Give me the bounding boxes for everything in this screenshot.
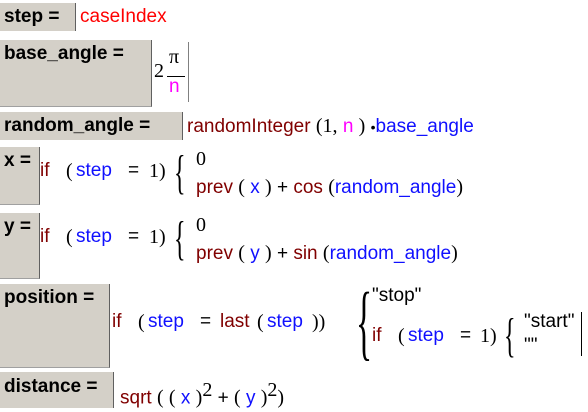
if-keyword: if [40, 226, 50, 247]
exponent: 2 [202, 379, 213, 401]
expression-right-border [188, 42, 189, 102]
equals: = [128, 226, 140, 247]
random-angle-ref: random_angle [329, 243, 452, 264]
base-angle-expression[interactable]: 2 π n [152, 40, 192, 106]
paren: ( [238, 242, 245, 264]
equals: = [200, 311, 212, 332]
paren: ( [66, 226, 73, 248]
equals: = [460, 325, 472, 346]
sqrt-func: sqrt [120, 387, 152, 409]
paren: ) [277, 386, 285, 409]
step-ref: step [76, 226, 112, 247]
paren: ( [168, 386, 176, 409]
paren: ) [451, 242, 458, 264]
random-angle-ref: random_angle [334, 177, 457, 198]
brace: { [504, 309, 516, 362]
position-expression[interactable]: if ( step = last ( step )) { "stop" if (… [110, 278, 586, 368]
paren: ) [358, 115, 366, 137]
case-zero: 0 [196, 214, 206, 236]
y-expression[interactable]: if ( step = 1) { 0 prev ( y ) + sin (ran… [40, 212, 540, 271]
paren: ) [264, 242, 272, 264]
position-label[interactable]: position = [0, 284, 110, 368]
random-angle-expression[interactable]: randomInteger (1, n ) •base_angle [187, 112, 474, 141]
step-ref: step [148, 311, 184, 332]
x-expression[interactable]: if ( step = 1) { 0 prev ( x ) + cos (ran… [40, 146, 540, 205]
y-label[interactable]: y = [0, 213, 40, 279]
empty-string: "" [524, 335, 538, 356]
arg-one: 1, [322, 115, 338, 137]
arg-n: n [342, 116, 354, 137]
one-literal: 1) [149, 226, 166, 248]
step-ref: step [408, 325, 444, 346]
paren: ( [398, 325, 405, 347]
case-zero: 0 [196, 148, 206, 170]
plus: + [276, 243, 289, 264]
base-angle-coef: 2 [154, 60, 164, 82]
sin-func: sin [293, 243, 318, 264]
paren: ( [322, 242, 330, 264]
base-angle-denominator: n [169, 76, 180, 97]
y-ref: y [245, 387, 256, 409]
prev-func: prev [196, 177, 233, 198]
step-label[interactable]: step = [0, 3, 76, 31]
step-ref: step [267, 311, 303, 332]
prev-func: prev [196, 243, 233, 264]
equals: = [128, 160, 140, 181]
step-expression[interactable]: caseIndex [80, 3, 167, 31]
paren: ( [234, 386, 241, 409]
paren: ( [257, 311, 264, 333]
stop-string: "stop" [372, 285, 422, 306]
paren: ( [66, 160, 73, 182]
x-label[interactable]: x = [0, 147, 40, 205]
one-literal: 1) [149, 160, 166, 182]
cos-func: cos [293, 177, 323, 198]
plus: + [217, 387, 229, 409]
base-angle-ref: base_angle [375, 116, 474, 137]
brace: { [174, 146, 186, 199]
paren: ( [328, 176, 335, 198]
paren: ( [156, 386, 164, 409]
paren: ( [238, 176, 245, 198]
brace: { [356, 276, 373, 369]
paren: ) [264, 176, 272, 198]
expression-right-border [581, 312, 582, 356]
brace: { [174, 212, 186, 265]
if-keyword: if [372, 325, 382, 346]
paren: )) [312, 311, 326, 333]
paren: ( [315, 115, 323, 137]
random-integer-func: randomInteger [187, 116, 311, 137]
x-ref: x [180, 387, 191, 409]
x-ref: x [250, 177, 260, 198]
one-literal: 1) [480, 325, 497, 347]
if-keyword: if [40, 160, 50, 181]
random-angle-label[interactable]: random_angle = [0, 112, 183, 140]
paren: ) [456, 176, 464, 198]
distance-label[interactable]: distance = [0, 372, 114, 408]
last-func: last [220, 311, 250, 332]
y-ref: y [250, 243, 260, 264]
exponent: 2 [267, 379, 278, 401]
base-angle-label[interactable]: base_angle = [0, 40, 152, 107]
step-ref: step [76, 160, 112, 181]
paren: ( [138, 311, 145, 333]
if-keyword: if [112, 311, 122, 332]
base-angle-numerator: π [169, 46, 180, 68]
plus: + [276, 177, 289, 198]
distance-expression[interactable]: sqrt ( ( x )2 + ( y )2) [120, 376, 284, 412]
